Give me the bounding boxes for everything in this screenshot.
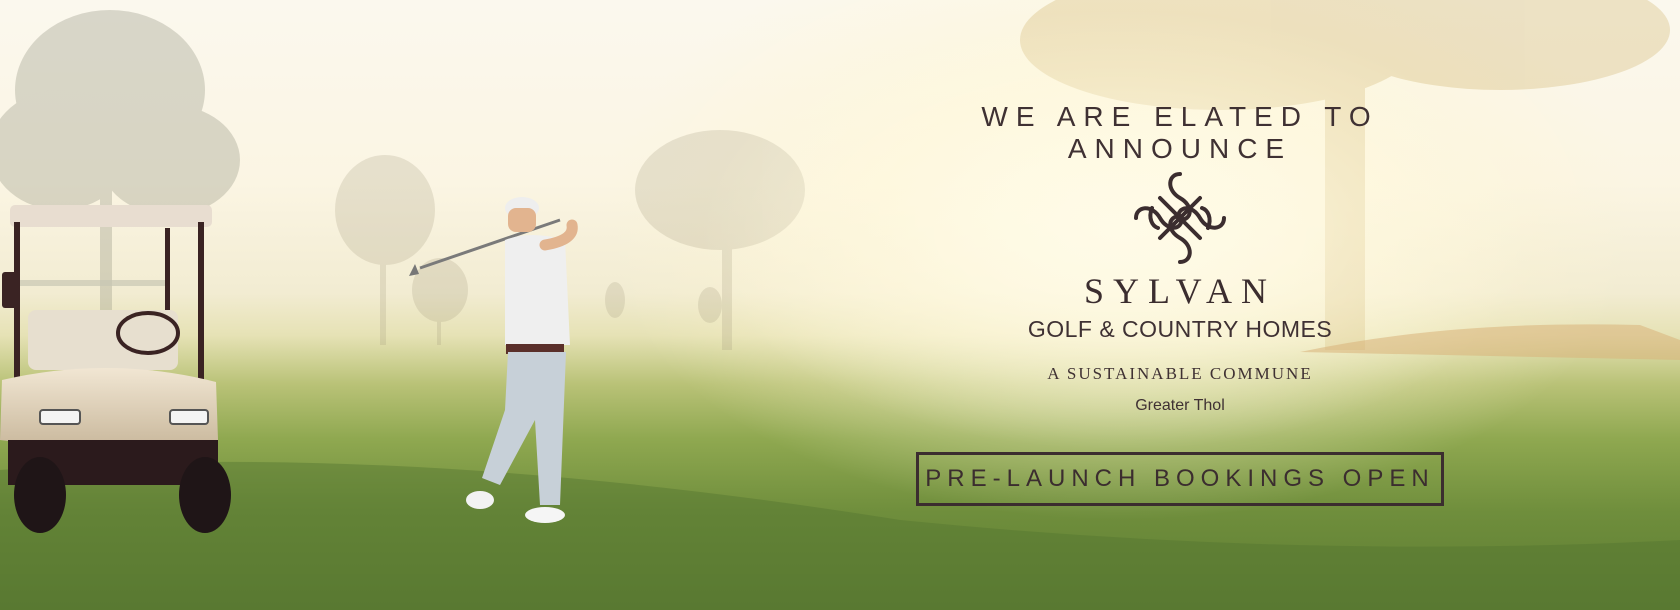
announcement-panel: WE ARE ELATED TO ANNOUNCE SYLVAN GOLF & … (880, 0, 1480, 610)
pre-launch-bookings-button[interactable]: PRE-LAUNCH BOOKINGS OPEN (916, 452, 1444, 506)
location: Greater Thol (1135, 397, 1225, 414)
hero-banner: WE ARE ELATED TO ANNOUNCE SYLVAN GOLF & … (0, 0, 1680, 610)
brand-name: SYLVAN (1083, 271, 1277, 311)
announcement-heading: WE ARE ELATED TO ANNOUNCE (981, 101, 1379, 164)
tagline: A SUSTAINABLE COMMUNE (1047, 364, 1313, 383)
sub-brand: GOLF & COUNTRY HOMES (1027, 316, 1333, 342)
golf-cart (0, 205, 231, 533)
sylvan-knot-logo-icon (1134, 172, 1226, 264)
